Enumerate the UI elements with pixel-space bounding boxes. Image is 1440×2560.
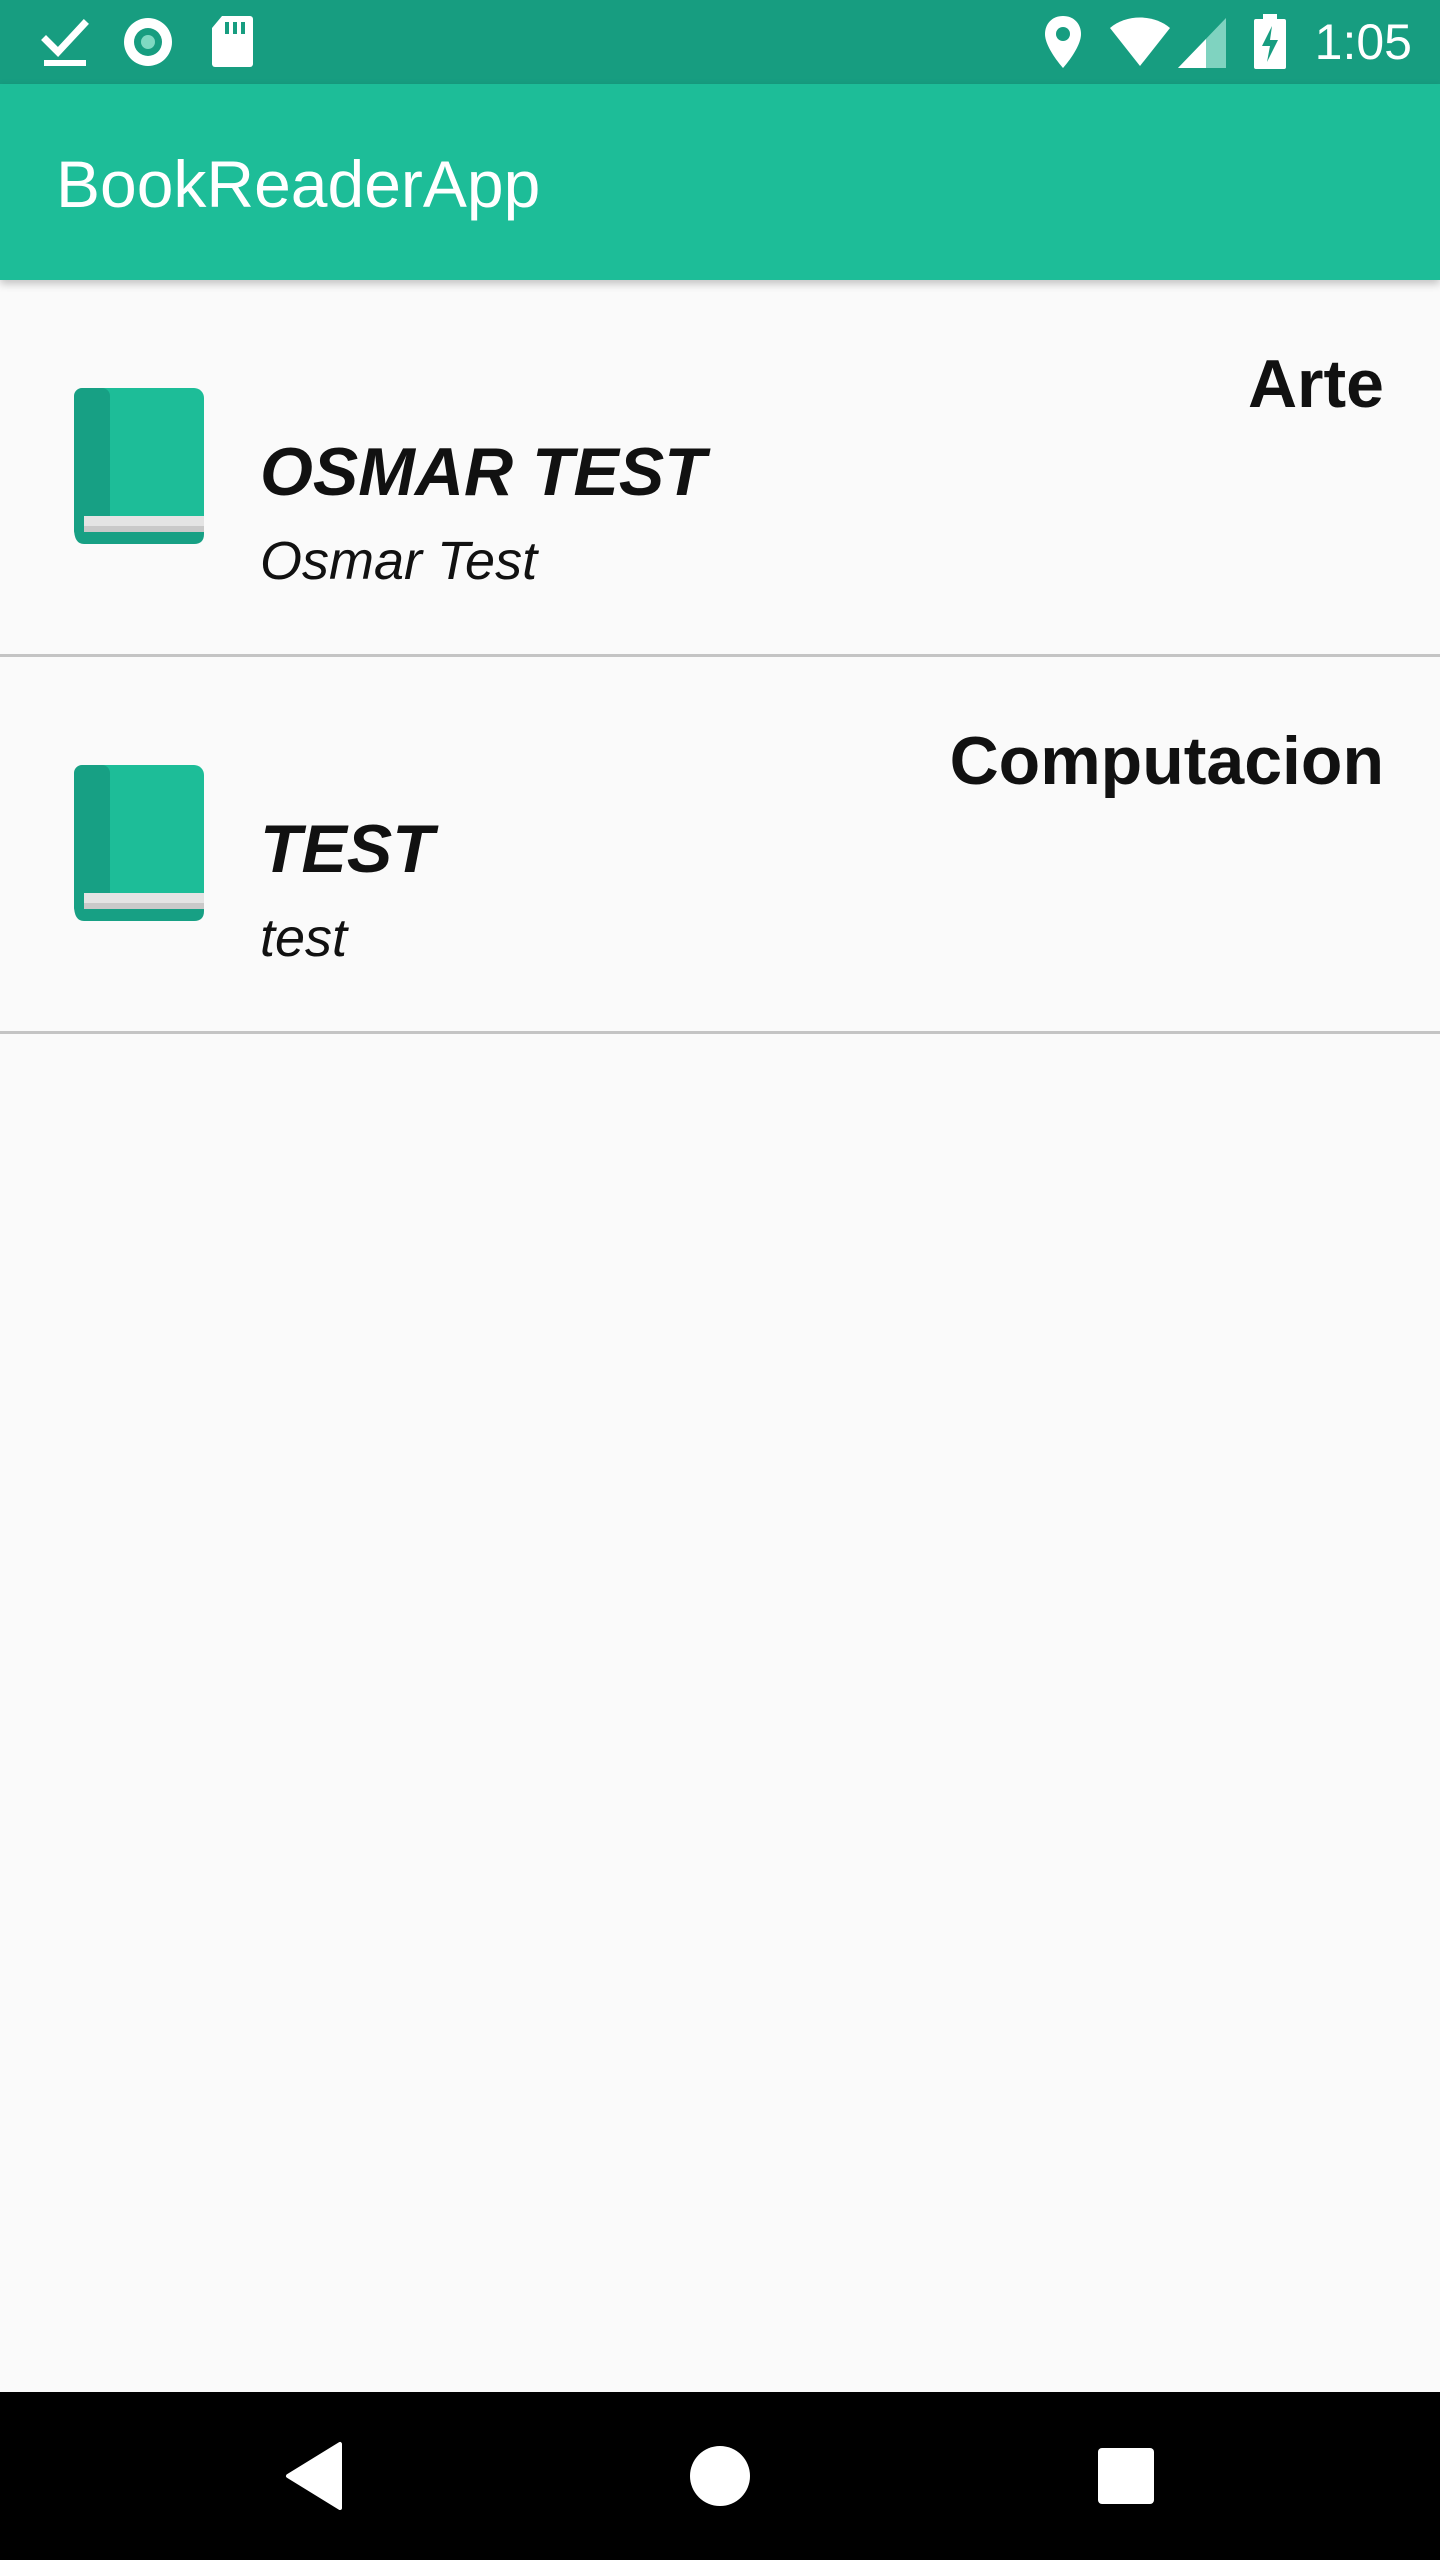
list-item[interactable]: Arte OSMAR TEST Osmar Test: [0, 280, 1440, 657]
record-icon: [124, 18, 172, 66]
book-title: TEST: [260, 811, 434, 887]
navigation-bar: [0, 2392, 1440, 2560]
app-bar: BookReaderApp: [0, 84, 1440, 280]
book-author: Osmar Test: [260, 531, 538, 591]
download-done-icon: [41, 19, 89, 66]
status-bar: 1:05: [0, 0, 1440, 84]
back-icon[interactable]: [276, 2436, 356, 2516]
signal-icon: [1178, 18, 1226, 68]
home-icon[interactable]: [680, 2436, 760, 2516]
book-category: Computacion: [949, 723, 1384, 799]
sd-card-icon: [212, 16, 253, 67]
app-title: BookReaderApp: [56, 147, 541, 221]
book-title: OSMAR TEST: [260, 434, 706, 510]
battery-charging-icon: [1254, 14, 1286, 69]
book-icon: [74, 388, 204, 544]
book-category: Arte: [1247, 346, 1384, 422]
list-item[interactable]: Computacion TEST test: [0, 657, 1440, 1034]
location-icon: [1045, 16, 1081, 68]
status-time: 1:05: [1314, 14, 1412, 70]
book-icon: [74, 765, 204, 921]
recents-icon[interactable]: [1086, 2436, 1166, 2516]
book-list: Arte OSMAR TEST Osmar Test Computacion T…: [0, 280, 1440, 1034]
wifi-icon: [1110, 17, 1170, 66]
book-author: test: [260, 908, 348, 968]
